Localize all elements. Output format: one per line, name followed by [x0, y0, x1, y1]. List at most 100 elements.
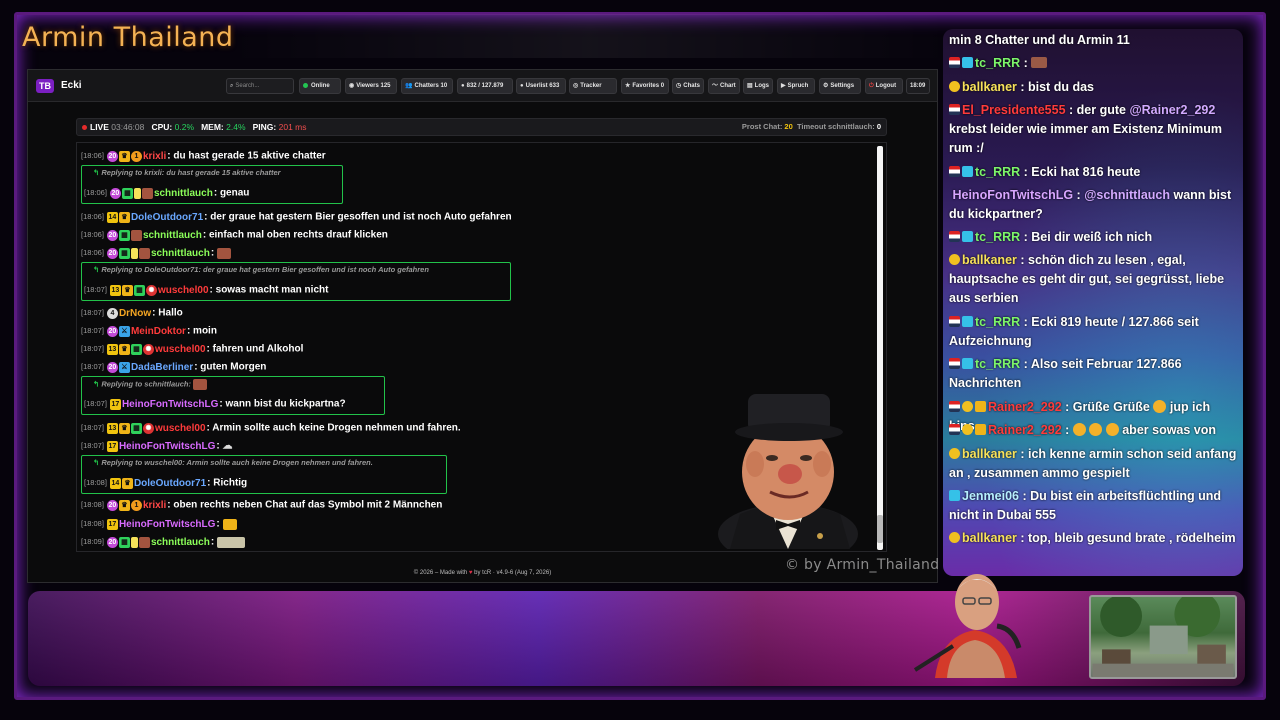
username[interactable]: wuschel00	[158, 285, 209, 296]
tracker-button[interactable]: ◎ Tracker	[569, 78, 617, 94]
stream-chat-message: tc_RRR : Bei dir weiß ich nich	[949, 228, 1239, 247]
username[interactable]: schnittlauch	[154, 188, 213, 199]
chatters-button[interactable]: 👥 Chatters 10	[401, 78, 453, 94]
username: tc_RRR	[975, 357, 1021, 371]
favorites-label: Favorites 0	[632, 83, 665, 89]
username[interactable]: DrNow	[119, 308, 151, 319]
username: El_Presidente555	[962, 103, 1066, 117]
username[interactable]: DoleOutdoor71	[134, 478, 206, 489]
username: tc_RRR	[975, 315, 1021, 329]
username[interactable]: DoleOutdoor71	[131, 212, 203, 223]
webcam-feed	[913, 574, 1022, 678]
badge-icon	[130, 247, 138, 259]
message-text: du hast gerade 15 aktive chatter	[173, 150, 326, 162]
badge-icon: 13	[106, 422, 118, 434]
timestamp: [18:06]	[81, 151, 104, 160]
username[interactable]: DadaBerliner	[131, 362, 193, 373]
crown-icon: ♛	[118, 422, 130, 434]
user-icon: ●	[520, 83, 524, 89]
crown-icon: ♛	[118, 499, 130, 511]
gift-icon: ▦	[130, 422, 142, 434]
username[interactable]: schnittlauch	[151, 537, 210, 548]
avatar-icon	[138, 536, 150, 548]
stream-chat-message: min 8 Chatter und du Armin 11	[949, 31, 1239, 50]
timestamp: [18:06]	[81, 230, 104, 239]
message-text: bist du das	[1028, 80, 1094, 94]
search-input[interactable]: ⌕ Search...	[226, 78, 294, 94]
favorites-button[interactable]: ★ Favorites 0	[621, 78, 669, 94]
message-text: top, bleib gesund brate , rödelheim	[1028, 531, 1236, 545]
message-text: moin	[193, 325, 217, 337]
chat-message: [18:07] 13 ♛ ▦ ✺ wuschel00: Armin sollte auch…	[81, 422, 461, 434]
timestamp: [18:07]	[81, 326, 104, 335]
reply-text: Replying to DoleOutdoor71: der graue hat…	[101, 265, 429, 274]
sword-icon: ⚔	[118, 361, 130, 373]
message-text: Richtig	[213, 477, 248, 489]
badge-icon: 20	[106, 150, 118, 162]
star-icon: ★	[625, 83, 631, 89]
avatar-icon: ✺	[142, 343, 154, 355]
username[interactable]: krixli	[143, 151, 166, 162]
stream-chat-message: tc_RRR : Also seit Februar 127.866 Nachr…	[949, 357, 1182, 390]
channel-name: Ecki	[61, 80, 82, 91]
banner-shine	[28, 591, 1245, 686]
badge-icon: 20	[106, 229, 118, 241]
chat-message: [18:08] 17 HeinoFonTwitschLG:	[81, 517, 238, 531]
reply-text: Replying to wuschel00: Armin sollte auch…	[101, 458, 373, 467]
username[interactable]: HeinoFonTwitschLG	[122, 399, 218, 410]
eye-icon: ◉	[349, 83, 355, 89]
username[interactable]: MeinDoktor	[131, 326, 186, 337]
message-text: guten Morgen	[200, 361, 267, 373]
viewers-button[interactable]: ◉ Viewers 125	[345, 78, 397, 94]
stream-chat-overlay: min 8 Chatter und du Armin 11 tc_RRR : b…	[943, 29, 1243, 576]
userlist-button[interactable]: ● Userlist 633	[516, 78, 566, 94]
messages-button[interactable]: ● 832 / 127.879	[457, 78, 513, 94]
search-placeholder: Search...	[235, 83, 260, 89]
timestamp: [18:09]	[81, 537, 104, 546]
badge-icon: 14	[106, 211, 118, 223]
timestamp: [18:08]	[81, 519, 104, 528]
quote-icon: ▶	[781, 83, 786, 89]
settings-label: Settings	[830, 83, 855, 89]
settings-button[interactable]: ⚙ Settings	[819, 78, 861, 94]
userlist-label: Userlist 633	[525, 83, 560, 89]
online-label: Online	[311, 83, 330, 89]
message-text: Bei dir weiß ich nich	[1031, 230, 1153, 244]
logout-button[interactable]: ⏻ Logout	[865, 78, 903, 94]
username[interactable]: krixli	[143, 500, 166, 511]
timestamp: [18:07]	[84, 285, 107, 294]
username[interactable]: wuschel00	[155, 423, 206, 434]
username[interactable]: wuschel00	[155, 344, 206, 355]
username: Jenmei06	[962, 489, 1019, 503]
timestamp: [18:06]	[81, 248, 104, 257]
timestamp: [18:06]	[81, 212, 104, 221]
avatar-icon: ✺	[142, 422, 154, 434]
flag-icon	[949, 166, 960, 177]
chat-message: [18:07] 17 HeinoFonTwitschLG: wann bist du…	[84, 398, 346, 410]
chat-message: [18:07] 20 ⚔ MeinDoktor: moin	[81, 325, 217, 337]
username[interactable]: schnittlauch	[151, 248, 210, 259]
prost-label: Prost Chat:	[741, 122, 783, 131]
chats-icon: ◷	[676, 83, 682, 89]
search-icon: ⌕	[230, 83, 234, 89]
reply-box: ↰ Replying to schnittlauch: [18:07] 17 Hei…	[81, 376, 385, 415]
logs-button[interactable]: ▤ Logs	[743, 78, 773, 94]
username[interactable]: HeinoFonTwitschLG	[119, 441, 215, 452]
crown-icon	[975, 401, 986, 412]
gift-icon: ▦	[118, 229, 130, 241]
message-text: oben rechts neben Chat auf das Symbol mi…	[173, 499, 443, 511]
online-button[interactable]: Online	[299, 78, 341, 94]
clock: 18:09	[906, 78, 930, 94]
crown-icon: ♛	[121, 477, 133, 489]
spruch-button[interactable]: ▶ Spruch	[777, 78, 815, 94]
username[interactable]: HeinoFonTwitschLG	[119, 519, 215, 530]
username: ballkaner	[962, 447, 1017, 461]
timestamp: [18:07]	[81, 423, 104, 432]
badge-icon: 20	[109, 187, 121, 199]
username: ballkaner	[962, 253, 1017, 267]
emote-icon	[216, 247, 231, 259]
chart-button[interactable]: 〜 Chart	[708, 78, 740, 94]
chats-button[interactable]: ◷ Chats	[672, 78, 704, 94]
chat-message: [18:07] 4 DrNow: Hallo	[81, 307, 183, 319]
username[interactable]: schnittlauch	[143, 230, 202, 241]
